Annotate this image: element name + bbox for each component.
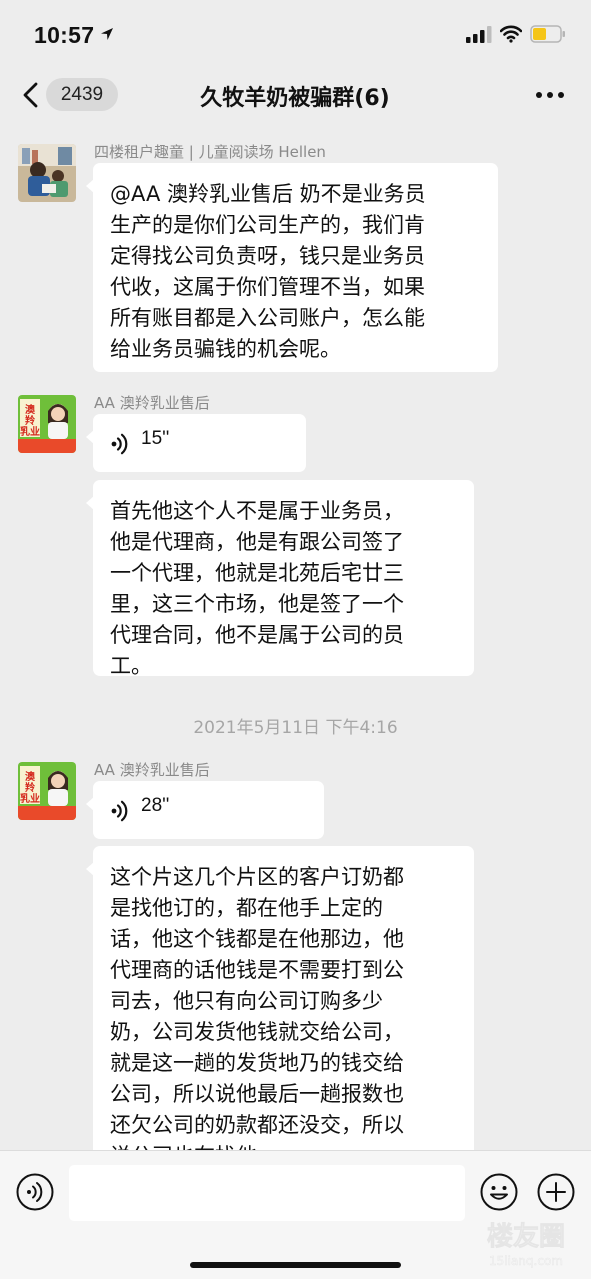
message-text: 这个片这几个片区的客户订奶都 是找他订的，都在他手上定的 话，他这个钱都是在他那… — [110, 865, 404, 1150]
avatar-aoling-logo-icon: 澳 羚 乳业 — [18, 762, 76, 820]
message-bubble[interactable]: 首先他这个人不是属于业务员， 他是代理商，他是有跟公司签了 一个代理，他就是北苑… — [86, 480, 474, 678]
avatar-aoling-logo-icon: 澳 羚 乳业 — [18, 395, 76, 453]
emoji-icon[interactable] — [480, 1173, 518, 1211]
avatar-hellen[interactable] — [18, 144, 76, 202]
more-dots-icon[interactable] — [534, 81, 566, 109]
chat-title: 久牧羊奶被骗群(6) — [200, 86, 390, 111]
nav-bar: 2439 久牧羊奶被骗群(6) — [0, 68, 591, 126]
avatar-aoling[interactable]: 澳 羚 乳业 — [18, 395, 76, 453]
svg-text:羚: 羚 — [25, 781, 35, 794]
message-text: 首先他这个人不是属于业务员， 他是代理商，他是有跟公司签了 一个代理，他就是北苑… — [110, 499, 404, 678]
voice-message-bubble[interactable]: 15'' — [86, 414, 306, 472]
voice-wave-icon — [111, 433, 128, 455]
voice-duration: 15'' — [141, 428, 170, 449]
status-time: 10:57 — [34, 22, 95, 48]
chevron-left-icon[interactable] — [18, 80, 44, 110]
svg-text:澳: 澳 — [25, 770, 36, 783]
message-text: @AA 澳羚乳业售后 奶不是业务员 生产的是你们公司生产的，我们肯 定得找公司负… — [110, 182, 426, 361]
location-arrow-icon — [101, 28, 113, 40]
svg-text:澳: 澳 — [25, 403, 36, 416]
message-bubble[interactable]: @AA 澳羚乳业售后 奶不是业务员 生产的是你们公司生产的，我们肯 定得找公司负… — [86, 163, 498, 372]
message-bubble[interactable]: 这个片这几个片区的客户订奶都 是找他订的，都在他手上定的 话，他这个钱都是在他那… — [86, 846, 474, 1150]
voice-message-bubble[interactable]: 28'' — [86, 781, 324, 839]
chat-message-list[interactable]: 四楼租户趣童 | 儿童阅读场 Hellen @AA 澳羚乳业售后 奶不是业务员 … — [0, 126, 591, 1150]
cellular-signal-icon — [466, 26, 492, 43]
add-icon[interactable] — [537, 1173, 575, 1211]
svg-text:羚: 羚 — [25, 414, 35, 427]
svg-text:乳业: 乳业 — [20, 792, 40, 805]
sender-name: AA 澳羚乳业售后 — [94, 394, 210, 412]
home-indicator[interactable] — [190, 1262, 401, 1268]
voice-duration: 28'' — [141, 795, 170, 816]
sender-name: AA 澳羚乳业售后 — [94, 761, 210, 779]
svg-text:乳业: 乳业 — [20, 425, 40, 438]
input-bar — [0, 1150, 591, 1279]
avatar-aoling[interactable]: 澳 羚 乳业 — [18, 762, 76, 820]
voice-wave-icon — [111, 800, 128, 822]
avatar-reading-photo-icon — [18, 144, 76, 202]
message-input[interactable] — [69, 1165, 465, 1221]
unread-count-badge[interactable]: 2439 — [46, 78, 118, 111]
timestamp-divider: 2021年5月11日 下午4:16 — [193, 718, 398, 738]
voice-input-icon[interactable] — [16, 1173, 54, 1211]
sender-name: 四楼租户趣童 | 儿童阅读场 Hellen — [94, 143, 326, 161]
status-bar: 10:57 — [0, 0, 591, 68]
battery-icon — [530, 25, 565, 43]
wifi-icon — [500, 25, 522, 43]
